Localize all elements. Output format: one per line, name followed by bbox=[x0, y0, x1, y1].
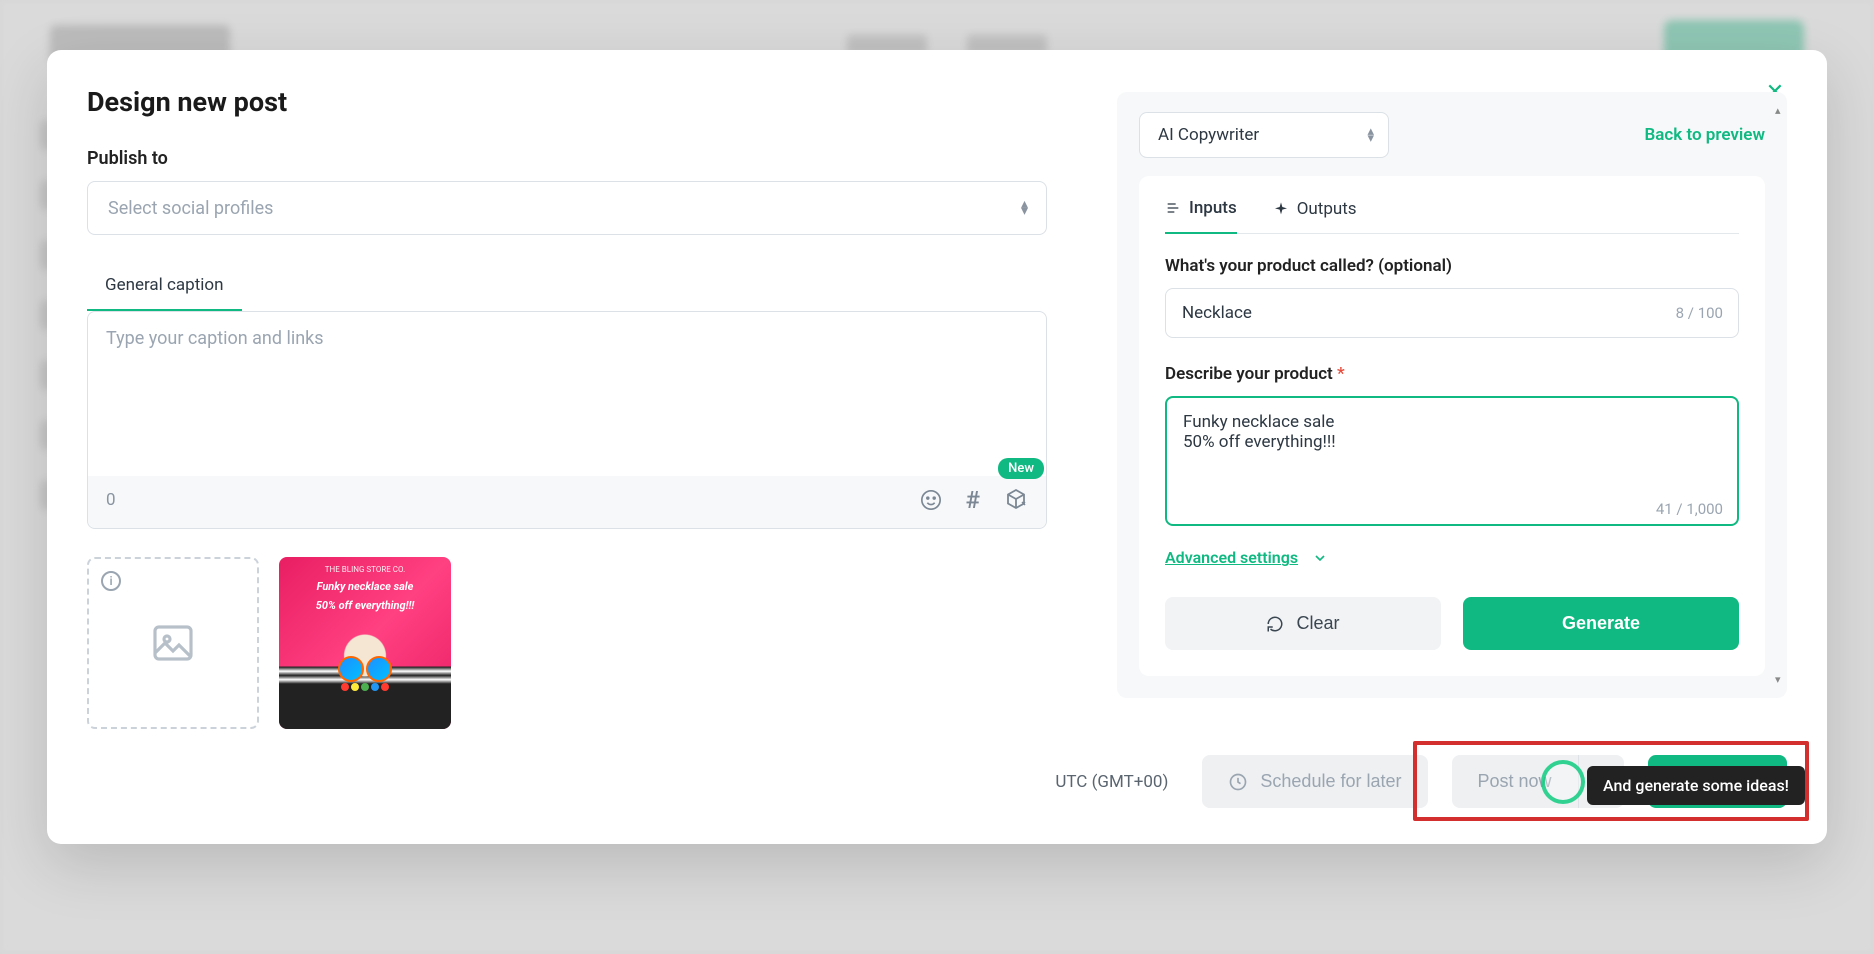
product-name-input[interactable] bbox=[1165, 288, 1739, 338]
generate-button[interactable]: Generate bbox=[1463, 597, 1739, 650]
image-placeholder-icon bbox=[149, 619, 197, 667]
modal-title: Design new post bbox=[87, 86, 1077, 118]
post-now-label: Post now bbox=[1478, 771, 1552, 792]
ai-cube-icon[interactable] bbox=[1004, 488, 1028, 512]
select-arrows-icon: ▴▾ bbox=[1021, 201, 1028, 215]
general-caption-tab[interactable]: General caption bbox=[87, 263, 242, 311]
select-arrows-icon: ▴▾ bbox=[1367, 128, 1374, 142]
inputs-tab[interactable]: Inputs bbox=[1165, 198, 1237, 234]
caption-tools: # New bbox=[920, 486, 1028, 514]
caption-input[interactable] bbox=[88, 312, 1046, 472]
emoji-icon[interactable] bbox=[920, 489, 942, 511]
post-now-button[interactable]: Post now bbox=[1452, 755, 1578, 808]
scroll-down-icon: ▾ bbox=[1775, 673, 1781, 686]
advanced-settings-link[interactable]: Advanced settings bbox=[1165, 548, 1328, 567]
design-post-modal: ✕ Design new post Publish to Select soci… bbox=[47, 50, 1827, 844]
ai-header: AI Copywriter ▴▾ Back to preview bbox=[1139, 112, 1765, 158]
thumb-text-1: Funky necklace sale bbox=[279, 574, 451, 593]
product-name-count: 8 / 100 bbox=[1676, 304, 1723, 322]
refresh-icon bbox=[1266, 615, 1284, 633]
caption-footer: 0 # New bbox=[88, 476, 1046, 528]
ai-card: Inputs Outputs What's your product calle… bbox=[1139, 176, 1765, 676]
advanced-settings-label: Advanced settings bbox=[1165, 548, 1298, 567]
generate-label: Generate bbox=[1562, 613, 1640, 633]
thumb-person-graphic bbox=[279, 624, 451, 729]
modal-footer: UTC (GMT+00) Schedule for later Post now… bbox=[47, 729, 1827, 844]
caption-char-count: 0 bbox=[106, 490, 116, 510]
clear-button[interactable]: Clear bbox=[1165, 597, 1441, 650]
tooltip: And generate some ideas! bbox=[1587, 766, 1805, 805]
outputs-icon bbox=[1273, 201, 1289, 217]
describe-product-input[interactable] bbox=[1165, 396, 1739, 526]
media-thumbnail[interactable]: THE BLING STORE CO. Funky necklace sale … bbox=[279, 557, 451, 729]
required-star: * bbox=[1337, 364, 1345, 384]
back-to-preview-link[interactable]: Back to preview bbox=[1644, 125, 1765, 145]
panel-scrollbar[interactable]: ▴ ▾ bbox=[1775, 104, 1783, 686]
inputs-tab-label: Inputs bbox=[1189, 198, 1237, 218]
scroll-up-icon: ▴ bbox=[1775, 104, 1781, 117]
social-profiles-select[interactable]: Select social profiles ▴▾ bbox=[87, 181, 1047, 235]
modal-overlay: ✕ Design new post Publish to Select soci… bbox=[0, 0, 1874, 954]
ai-panel: ▴ ▾ AI Copywriter ▴▾ Back to preview Inp… bbox=[1117, 92, 1787, 698]
outputs-tab-label: Outputs bbox=[1297, 199, 1357, 219]
ai-tool-label: AI Copywriter bbox=[1158, 125, 1259, 145]
describe-product-count: 41 / 1,000 bbox=[1656, 500, 1723, 518]
caption-tab-row: General caption bbox=[87, 263, 1077, 311]
caption-box: 0 # New bbox=[87, 311, 1047, 529]
timezone-text: UTC (GMT+00) bbox=[1055, 772, 1168, 792]
clock-icon bbox=[1228, 772, 1248, 792]
new-badge: New bbox=[998, 458, 1044, 479]
schedule-button[interactable]: Schedule for later bbox=[1202, 755, 1427, 808]
hashtag-icon[interactable]: # bbox=[966, 486, 980, 514]
select-placeholder: Select social profiles bbox=[108, 198, 273, 219]
thumb-brand: THE BLING STORE CO. bbox=[279, 557, 451, 574]
describe-product-label: Describe your product * bbox=[1165, 364, 1739, 384]
clear-label: Clear bbox=[1296, 613, 1339, 634]
ai-tabs: Inputs Outputs bbox=[1165, 198, 1739, 234]
add-media-button[interactable]: i bbox=[87, 557, 259, 729]
inputs-icon bbox=[1165, 200, 1181, 216]
product-name-label: What's your product called? (optional) bbox=[1165, 256, 1739, 276]
thumb-text-2: 50% off everything!!! bbox=[279, 593, 451, 612]
ai-tool-select[interactable]: AI Copywriter ▴▾ bbox=[1139, 112, 1389, 158]
info-icon: i bbox=[101, 571, 121, 591]
schedule-label: Schedule for later bbox=[1260, 771, 1401, 792]
outputs-tab[interactable]: Outputs bbox=[1273, 198, 1357, 233]
chevron-down-icon bbox=[1312, 550, 1328, 566]
publish-to-label: Publish to bbox=[87, 148, 1077, 169]
left-column: Design new post Publish to Select social… bbox=[87, 86, 1077, 729]
media-row: i THE BLING STORE CO. Funky necklace sal… bbox=[87, 557, 1077, 729]
ai-actions: Clear Generate bbox=[1165, 597, 1739, 650]
